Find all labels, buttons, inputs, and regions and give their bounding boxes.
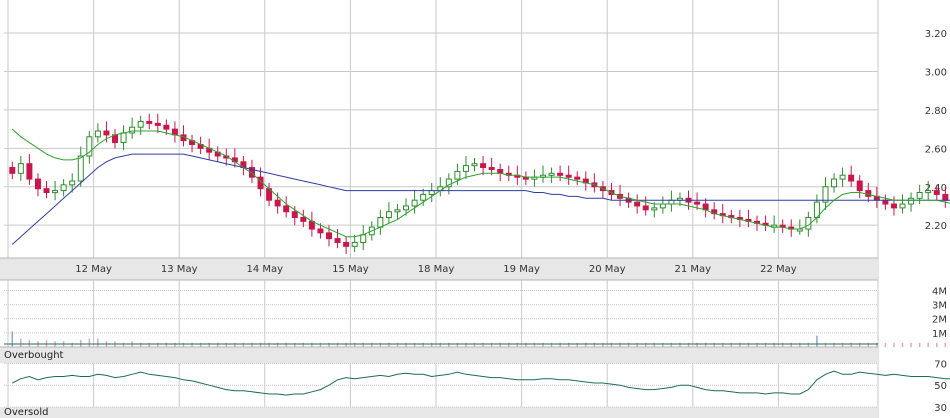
candle-up	[411, 199, 418, 207]
volume-y-tick-label: 2M	[932, 315, 947, 326]
candle-down	[26, 163, 33, 180]
candle-down	[642, 205, 649, 211]
stock-chart: 3.20 3.00 2.80 2.60 2.40 2.20 12 May 13 May 14 M…	[0, 0, 950, 418]
candle-down	[865, 190, 872, 197]
candle-down	[848, 174, 855, 182]
candle-up	[351, 241, 358, 247]
candle-down	[43, 188, 50, 194]
candle-up	[377, 216, 384, 228]
candle-down	[882, 199, 889, 205]
oscillator-y-tick-label: 30	[934, 403, 947, 414]
candle-up	[659, 203, 666, 209]
date-tick-label: 14 May	[247, 264, 284, 275]
oversold-label: Oversold	[4, 407, 49, 418]
candle-down	[103, 130, 110, 136]
candle-up	[831, 178, 838, 188]
candle-down	[890, 203, 897, 209]
price-y-tick-label: 3.00	[925, 67, 947, 78]
candle-down	[488, 167, 495, 171]
volume-y-tick-label: 3M	[932, 301, 947, 312]
candle-down	[497, 168, 504, 174]
candle-up	[94, 130, 101, 138]
candle-down	[154, 122, 161, 126]
date-tick-label: 12 May	[75, 264, 112, 275]
candle-up	[420, 193, 427, 201]
chart-canvas: 3.203.002.802.602.402.2012 May 13 May 14 M…	[0, 0, 950, 418]
candle-down	[300, 216, 307, 222]
candle-up	[52, 190, 59, 194]
candle-down	[274, 199, 281, 207]
candle-down	[326, 232, 332, 240]
candle-up	[428, 190, 435, 195]
volume-y-tick-label: 4M	[932, 286, 947, 297]
candle-down	[317, 228, 324, 234]
candle-up	[69, 180, 76, 186]
oversold-band	[0, 407, 878, 418]
candle-up	[77, 155, 84, 182]
candle-up	[385, 211, 392, 218]
price-y-tick-label: 2.60	[925, 144, 947, 155]
date-tick-label: 18 May	[418, 264, 455, 275]
candle-down	[163, 124, 170, 130]
candle-up	[471, 163, 478, 167]
candle-down	[34, 178, 41, 190]
oscillator-y-tick-label: 70	[934, 359, 947, 370]
date-tick-label: 22 May	[760, 264, 797, 275]
overbought-label: Overbought	[4, 350, 64, 361]
overbought-band	[0, 347, 878, 364]
candle-up	[651, 207, 658, 211]
candle-down	[334, 238, 341, 243]
candle-up	[839, 174, 846, 180]
oscillator-y-tick-label: 50	[934, 381, 947, 392]
candle-up	[668, 199, 675, 205]
date-tick-label: 13 May	[161, 264, 198, 275]
candle-up	[925, 190, 932, 194]
candle-down	[565, 174, 572, 178]
candle-down	[694, 201, 701, 205]
candle-down	[933, 190, 940, 195]
candle-up	[908, 197, 915, 205]
candle-down	[634, 201, 641, 207]
candle-down	[942, 193, 949, 201]
candle-down	[9, 167, 16, 174]
candle-up	[916, 192, 923, 199]
candle-up	[899, 203, 906, 209]
candle-up	[454, 170, 461, 180]
date-tick-label: 15 May	[332, 264, 369, 275]
date-tick-label: 20 May	[589, 264, 626, 275]
candle-up	[129, 126, 136, 134]
candle-up	[17, 163, 24, 174]
candle-up	[120, 132, 127, 144]
price-y-tick-label: 3.20	[925, 29, 947, 40]
date-tick-label: 21 May	[675, 264, 712, 275]
candle-down	[574, 176, 581, 180]
candle-up	[137, 120, 144, 128]
volume-y-tick-label: 1M	[932, 329, 947, 340]
candle-down	[283, 205, 290, 213]
candle-down	[291, 211, 298, 218]
candle-down	[557, 172, 564, 176]
price-y-tick-label: 2.80	[925, 106, 947, 117]
candle-up	[403, 205, 410, 211]
candle-down	[480, 163, 487, 169]
candle-up	[462, 165, 469, 172]
candle-up	[548, 172, 555, 176]
candle-up	[360, 234, 367, 243]
candle-up	[60, 184, 67, 192]
price-y-tick-label: 2.20	[925, 221, 947, 232]
date-tick-label: 19 May	[503, 264, 540, 275]
candle-down	[856, 180, 863, 192]
candle-down	[146, 120, 153, 124]
candle-up	[394, 209, 401, 213]
candle-down	[343, 241, 350, 247]
